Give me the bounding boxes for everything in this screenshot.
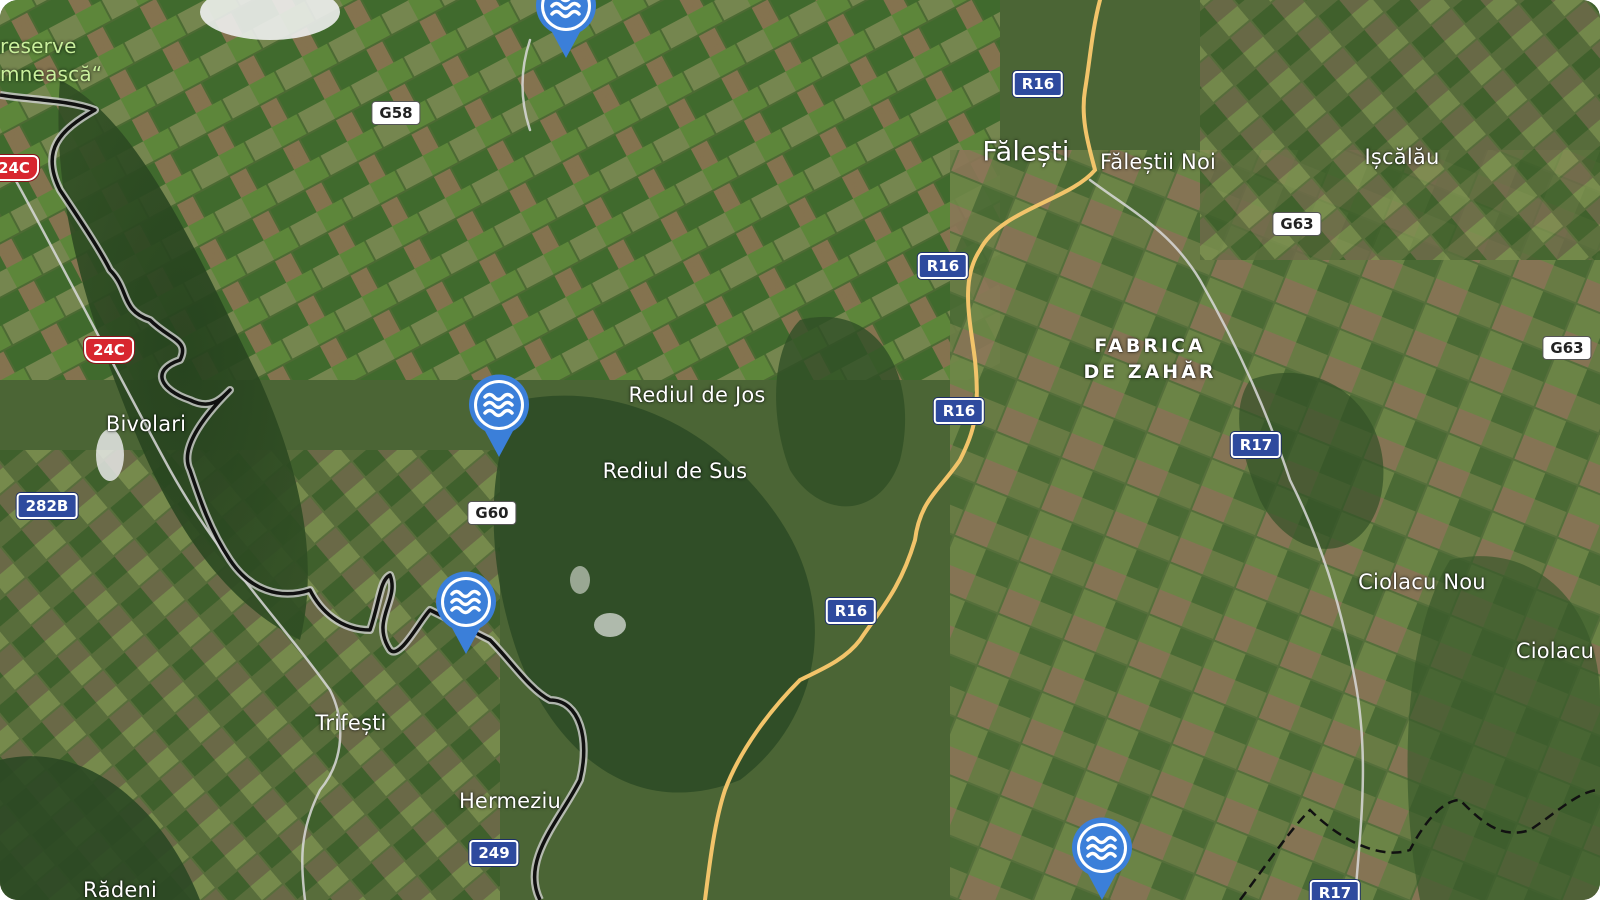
place-label-falesti[interactable]: Fălești xyxy=(982,137,1069,168)
reserve-label: reserve mnească“ xyxy=(0,32,102,88)
road-shield-r17: R17 xyxy=(1230,432,1282,458)
reserve-label-line2: mnească“ xyxy=(0,62,103,86)
road-shield-r16: R16 xyxy=(1012,71,1064,97)
road-shield-282b: 282B xyxy=(16,493,78,519)
road-shield-g63: G63 xyxy=(1272,212,1322,236)
road-shield-24c: 24C xyxy=(84,337,134,363)
reserve-label-line1: reserve xyxy=(0,34,77,58)
place-label-ciolacu-nou[interactable]: Ciolacu Nou xyxy=(1358,570,1486,594)
poi-marker-water[interactable] xyxy=(1070,816,1134,900)
place-label-ciolacu[interactable]: Ciolacu xyxy=(1516,639,1594,663)
water-waves-icon xyxy=(436,571,496,654)
road-shield-r16: R16 xyxy=(917,253,969,279)
water-waves-icon xyxy=(1072,817,1132,900)
road-shield-g63: G63 xyxy=(1542,336,1592,360)
map-view[interactable]: reserve mnească“ Fălești Făleștii Noi Iș… xyxy=(0,0,1600,900)
place-label-radeni[interactable]: Rădeni xyxy=(83,878,157,900)
road-shield-r17: R17 xyxy=(1309,880,1361,900)
place-label-rediul-de-jos[interactable]: Rediul de Jos xyxy=(628,383,765,407)
water-waves-icon xyxy=(536,0,596,58)
water-waves-icon xyxy=(469,374,529,457)
poi-marker-water[interactable] xyxy=(467,373,531,459)
poi-marker-water[interactable] xyxy=(434,570,498,656)
place-label-trifesti[interactable]: Trifești xyxy=(315,711,386,735)
poi-marker-water[interactable] xyxy=(534,0,598,60)
road-shield-249: 249 xyxy=(469,840,519,866)
road-shield-g60: G60 xyxy=(467,501,517,525)
district-label-fabrica-de-zahar: FABRICA DE ZAHĂR xyxy=(1083,335,1217,383)
road-shield-r16: R16 xyxy=(933,398,985,424)
place-label-iscalau[interactable]: Ișcălău xyxy=(1365,145,1440,169)
place-label-falestii-noi[interactable]: Făleștii Noi xyxy=(1100,150,1216,174)
place-label-hermeziu[interactable]: Hermeziu xyxy=(459,789,561,813)
place-label-rediul-de-sus[interactable]: Rediul de Sus xyxy=(603,459,748,483)
road-shield-r16: R16 xyxy=(825,598,877,624)
satellite-imagery xyxy=(0,0,1600,900)
place-label-bivolari[interactable]: Bivolari xyxy=(106,412,186,436)
road-shield-g58: G58 xyxy=(371,101,421,125)
road-shield-24c: 24C xyxy=(0,155,39,181)
